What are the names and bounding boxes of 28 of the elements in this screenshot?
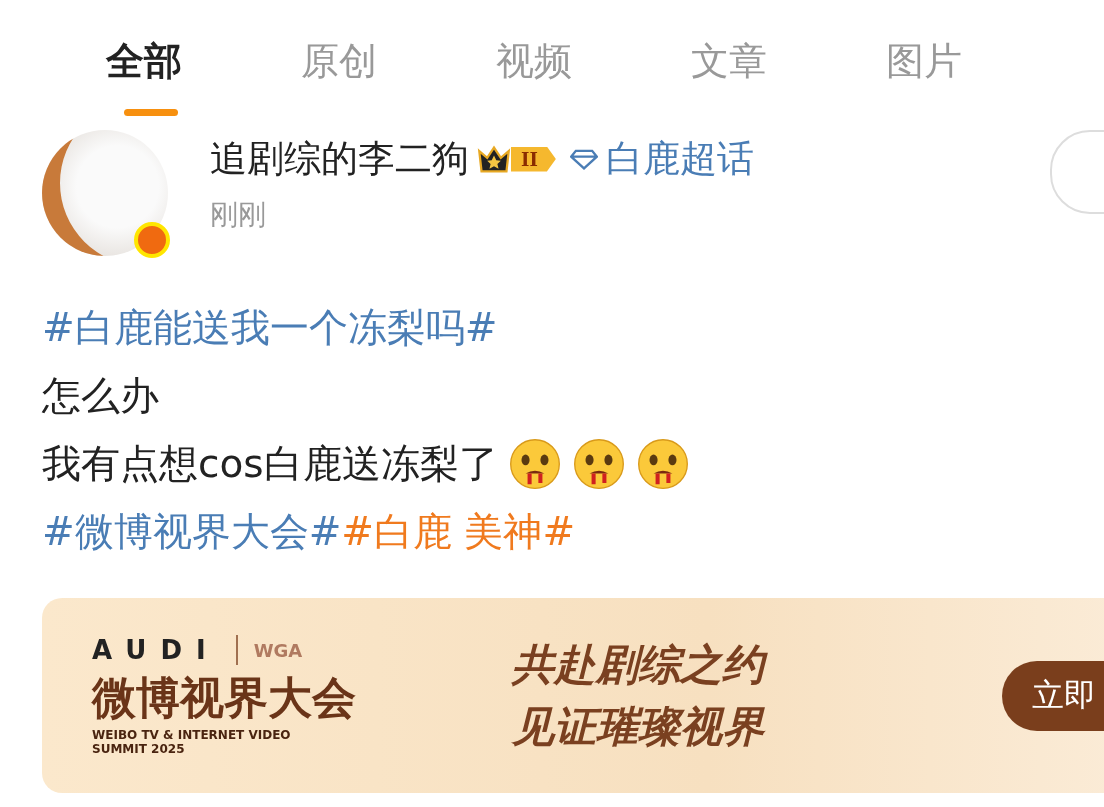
banner-title: 微博视界大会 <box>92 671 357 725</box>
logo-text: WGA <box>253 639 303 661</box>
emoji-icon <box>571 437 626 491</box>
post-text: #微博视界大会# <box>42 508 342 556</box>
emoji-icon <box>507 437 562 491</box>
tab[interactable]: 图片 <box>886 36 1081 118</box>
tab[interactable]: 文章 <box>691 36 886 118</box>
brand-text: AUDI <box>92 635 220 665</box>
diamond-icon <box>569 148 598 170</box>
banner-slogan: 见证璀璨视界 <box>512 700 764 753</box>
post-text: #白鹿 美神# <box>341 508 576 556</box>
tab[interactable]: 视频 <box>496 36 691 118</box>
banner-subtitle: WEIBO TV & INTERNET VIDEO <box>92 728 292 742</box>
post-time: 刚刚 <box>210 197 267 233</box>
tab[interactable]: 全部 <box>106 36 301 118</box>
author-name[interactable]: 追剧综的李二狗 <box>210 134 469 184</box>
tab[interactable]: 原创 <box>301 36 496 118</box>
ad-banner[interactable]: AUDI WGA 微博视界大会 WEIBO TV & INTERNET VIDEO SUMMIT 2025 共赴剧综之约 见证璀璨视界 立即 <box>42 598 1104 793</box>
crown-icon <box>477 144 511 174</box>
banner-subtitle: SUMMIT 2025 <box>92 742 186 756</box>
level-badge: II <box>477 144 556 174</box>
active-tab-indicator <box>124 109 178 116</box>
emoji-icon <box>635 437 690 491</box>
post-text: 我有点想cos白鹿送冻梨了 <box>42 440 498 488</box>
post-text: 怎么办 <box>42 372 159 420</box>
supertopic-link[interactable]: 白鹿超话 <box>605 134 754 184</box>
post-text: #白鹿能送我一个冻梨吗# <box>42 304 498 352</box>
banner-button[interactable]: 立即 <box>1002 660 1104 731</box>
